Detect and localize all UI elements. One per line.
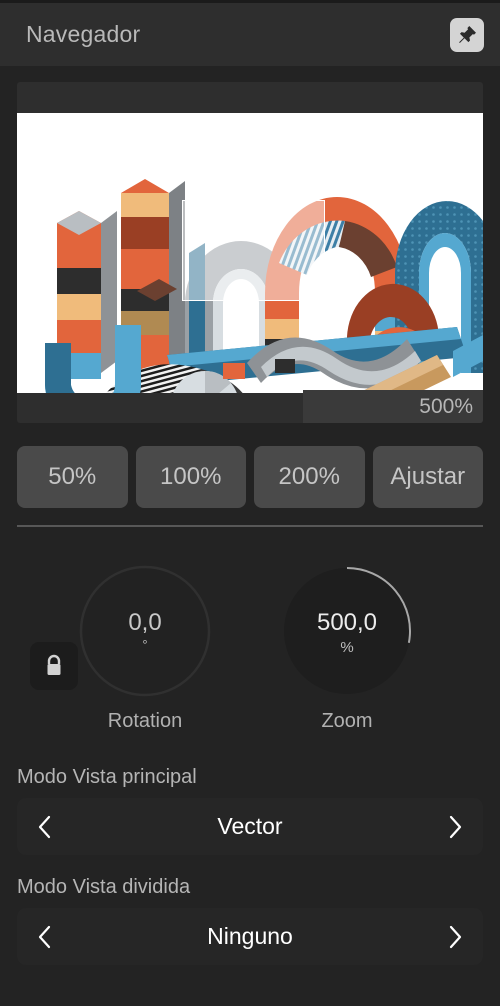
preview-canvas[interactable]	[17, 113, 483, 393]
primary-view-mode-label: Modo Vista principal	[17, 766, 197, 788]
split-view-mode-next[interactable]	[427, 908, 483, 965]
chevron-right-icon	[449, 925, 462, 948]
pin-button[interactable]	[450, 18, 484, 52]
zoom-readout: 500%	[303, 390, 483, 423]
rotation-value: 0,0	[128, 609, 162, 636]
primary-view-mode-next[interactable]	[427, 798, 483, 855]
primary-view-mode-value: Vector	[217, 813, 283, 839]
zoom-preset-100[interactable]: 100%	[135, 446, 246, 508]
navigator-panel: 500% 50% 100% 200% Ajustar 0,0 ° Rotatio…	[0, 66, 500, 1006]
primary-view-mode-prev[interactable]	[17, 798, 73, 855]
rotation-dial[interactable]: 0,0 °	[78, 564, 212, 698]
zoom-caption: Zoom	[321, 710, 373, 732]
transform-controls: 0,0 ° Rotation 500,0 % Zoom	[0, 544, 500, 744]
split-view-mode-field: Modo Vista dividida Ninguno	[17, 876, 483, 965]
divider-top	[17, 525, 483, 527]
zoom-preset-200[interactable]: 200%	[254, 446, 365, 508]
preview-container: 500%	[17, 82, 483, 423]
zoom-preset-50[interactable]: 50%	[17, 446, 128, 508]
pin-icon	[459, 26, 476, 43]
rotation-unit: °	[142, 637, 148, 652]
split-view-mode-value: Ninguno	[207, 923, 293, 949]
zoom-preset-group: 50% 100% 200% Ajustar	[17, 446, 483, 508]
zoom-dial[interactable]: 500,0 %	[280, 564, 414, 698]
zoom-preset-fit[interactable]: Ajustar	[372, 446, 483, 508]
primary-view-mode-stepper[interactable]: Vector	[17, 798, 483, 855]
viewport-rectangle[interactable]	[182, 200, 325, 301]
chevron-right-icon	[449, 815, 462, 838]
split-view-mode-label: Modo Vista dividida	[17, 876, 191, 898]
primary-view-mode-field: Modo Vista principal Vector	[17, 766, 483, 855]
rotation-caption: Rotation	[107, 710, 183, 732]
split-view-mode-prev[interactable]	[17, 908, 73, 965]
lock-closed-icon	[47, 654, 61, 675]
zoom-value: 500,0	[316, 609, 378, 636]
chevron-left-icon	[38, 815, 51, 838]
split-view-mode-stepper[interactable]: Ninguno	[17, 908, 483, 965]
lock-aspect-button[interactable]	[30, 642, 78, 690]
page-title: Navegador	[26, 21, 141, 47]
zoom-unit: %	[340, 639, 354, 656]
panel-header: Navegador	[0, 0, 500, 66]
chevron-left-icon	[38, 925, 51, 948]
